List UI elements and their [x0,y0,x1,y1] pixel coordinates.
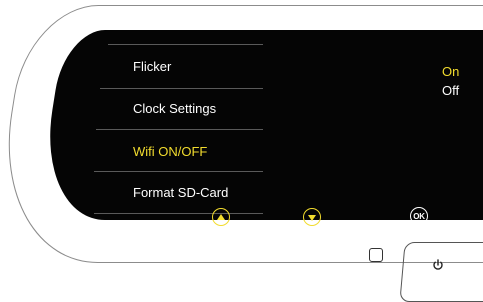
power-icon [433,259,443,270]
menu-divider [94,171,263,172]
menu-divider [108,44,263,45]
ok-button[interactable]: OK [410,207,428,225]
up-arrow-icon [217,213,225,220]
power-button[interactable] [399,242,483,302]
menu-divider [94,213,263,214]
screen [34,30,483,220]
hardware-square-button[interactable] [369,248,383,262]
down-button[interactable] [303,208,321,226]
menu-divider [96,129,263,130]
up-button[interactable] [212,208,230,226]
option-off[interactable]: Off [442,83,459,98]
menu-item-wifi-on-off[interactable]: Wifi ON/OFF [133,144,207,159]
menu-item-clock-settings[interactable]: Clock Settings [133,101,216,116]
menu-item-flicker[interactable]: Flicker [133,59,171,74]
menu-divider [100,88,263,89]
ok-icon: OK [413,211,425,221]
menu-item-format-sd-card[interactable]: Format SD-Card [133,185,228,200]
option-on[interactable]: On [442,64,459,79]
down-arrow-icon [308,214,316,221]
